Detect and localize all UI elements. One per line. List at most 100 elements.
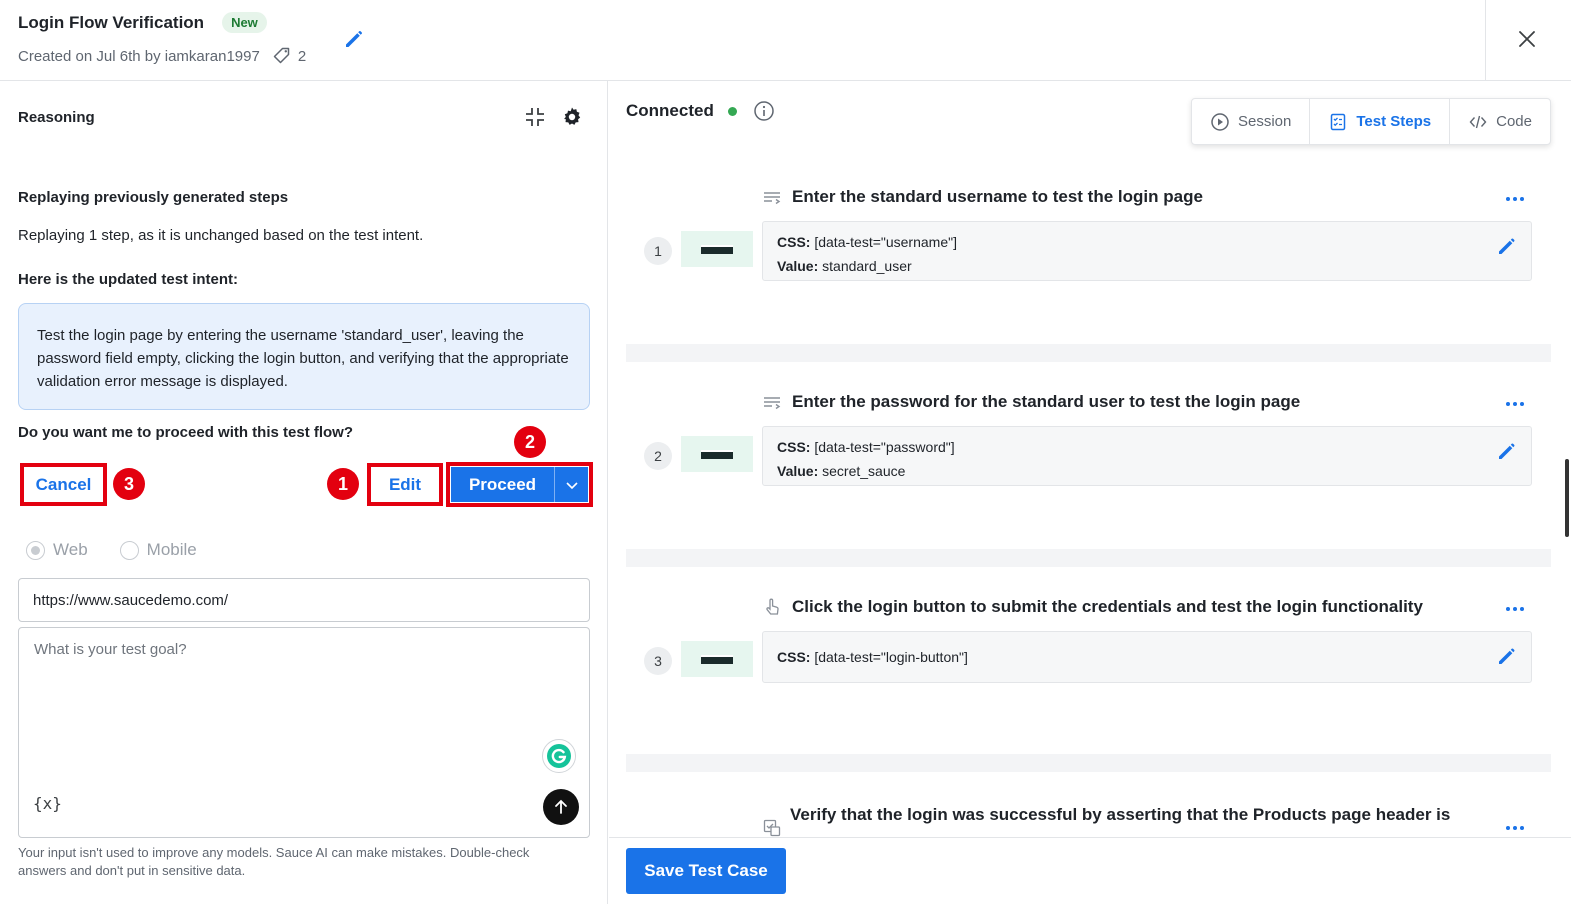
step-card-2: Enter the password for the standard user… xyxy=(626,362,1551,549)
new-badge: New xyxy=(222,12,267,33)
reasoning-panel: Reasoning Replaying previously generated… xyxy=(0,81,608,904)
more-options-icon[interactable] xyxy=(1504,823,1526,833)
created-text: Created on Jul 6th by iamkaran1997 xyxy=(18,47,260,65)
more-options-icon[interactable] xyxy=(1504,399,1526,409)
header: Login Flow Verification New Created on J… xyxy=(0,0,1571,81)
radio-mobile-indicator[interactable] xyxy=(119,540,139,560)
tab-test-steps[interactable]: Test Steps xyxy=(1310,99,1451,144)
step-2-title-text: Enter the password for the standard user… xyxy=(792,392,1301,411)
steps-panel: Connected Session Test Steps Code Enter … xyxy=(609,81,1571,904)
step-3-locator: CSS: [data-test="login-button"] xyxy=(762,631,1532,683)
radio-web-indicator[interactable] xyxy=(26,540,45,560)
step-2-value-line: Value: secret_sauce xyxy=(777,459,1517,483)
gear-icon[interactable] xyxy=(560,105,584,129)
status-dot xyxy=(727,106,737,116)
more-options-icon[interactable] xyxy=(1504,194,1526,204)
step-4-title-text: Verify that the login was successful by … xyxy=(790,805,1451,824)
test-intent-text: Test the login page by entering the user… xyxy=(37,327,569,390)
title-row: Login Flow Verification New xyxy=(18,12,267,33)
step-1-title-text: Enter the standard username to test the … xyxy=(792,187,1203,206)
step-3-title-text: Click the login button to submit the cre… xyxy=(792,597,1423,616)
proceed-question: Do you want me to proceed with this test… xyxy=(18,424,354,441)
css-label: CSS: xyxy=(777,649,811,665)
step-card-4: Verify that the login was successful by … xyxy=(626,772,1551,837)
more-options-icon[interactable] xyxy=(1504,604,1526,614)
connection-label: Connected xyxy=(626,101,714,120)
step-3-css-line: CSS: [data-test="login-button"] xyxy=(777,645,1517,669)
step-1-css-value: [data-test="username"] xyxy=(814,234,957,250)
step-1-value: standard_user xyxy=(822,258,912,274)
header-divider xyxy=(1485,0,1486,80)
step-2-title: Enter the password for the standard user… xyxy=(762,392,1300,412)
view-tabs: Session Test Steps Code xyxy=(1191,98,1551,145)
tag-count: 2 xyxy=(297,47,307,65)
edit-step-pencil-icon[interactable] xyxy=(1496,440,1518,462)
tab-code-label: Code xyxy=(1496,113,1532,130)
replay-text: Replaying 1 step, as it is unchanged bas… xyxy=(18,227,424,244)
step-2-css-value: [data-test="password"] xyxy=(814,439,955,455)
annotation-marker-1: 1 xyxy=(327,468,359,500)
save-test-case-button[interactable]: Save Test Case xyxy=(626,848,786,894)
connection-status: Connected xyxy=(626,100,775,122)
step-3-number: 3 xyxy=(644,647,672,675)
tab-test-steps-label: Test Steps xyxy=(1356,113,1432,130)
radio-mobile[interactable]: Mobile xyxy=(119,540,197,560)
test-title: Login Flow Verification xyxy=(18,12,205,32)
info-icon[interactable] xyxy=(753,100,775,122)
cancel-button[interactable]: Cancel xyxy=(20,463,107,506)
code-icon xyxy=(1469,115,1487,128)
click-icon xyxy=(766,598,779,615)
proceed-split-button: Proceed xyxy=(446,462,593,507)
text-input-icon xyxy=(764,192,781,205)
proceed-dropdown-button[interactable] xyxy=(554,467,588,502)
tab-session-label: Session xyxy=(1238,113,1292,130)
edit-step-pencil-icon[interactable] xyxy=(1496,645,1518,667)
radio-web[interactable]: Web xyxy=(26,540,88,560)
annotation-marker-3: 3 xyxy=(113,468,145,500)
replay-heading: Replaying previously generated steps xyxy=(18,189,289,206)
step-1-title: Enter the standard username to test the … xyxy=(762,187,1203,207)
step-1-thumbnail[interactable] xyxy=(681,231,753,267)
step-3-title: Click the login button to submit the cre… xyxy=(762,597,1423,617)
insert-variable-button[interactable]: {x} xyxy=(33,794,62,813)
radio-mobile-label: Mobile xyxy=(146,540,197,559)
step-3-thumbnail[interactable] xyxy=(681,641,753,677)
created-info: Created on Jul 6th by iamkaran1997 2 xyxy=(18,46,306,66)
step-3-css-value: [data-test="login-button"] xyxy=(814,649,968,665)
arrow-up-icon xyxy=(555,799,567,814)
edit-button[interactable]: Edit xyxy=(367,463,443,506)
step-2-css-line: CSS: [data-test="password"] xyxy=(777,435,1517,459)
tag-icon[interactable] xyxy=(272,46,292,66)
scrollbar-handle[interactable] xyxy=(1565,459,1569,537)
url-input[interactable] xyxy=(18,578,590,622)
step-1-css-line: CSS: [data-test="username"] xyxy=(777,230,1517,254)
test-goal-box: {x} xyxy=(18,627,590,838)
step-2-thumbnail[interactable] xyxy=(681,436,753,472)
send-button[interactable] xyxy=(543,789,579,825)
save-bar: Save Test Case xyxy=(609,837,1571,904)
play-circle-icon xyxy=(1211,112,1229,131)
tab-code[interactable]: Code xyxy=(1450,99,1550,144)
grammarly-icon[interactable] xyxy=(542,739,576,773)
steps-list: Enter the standard username to test the … xyxy=(626,157,1551,837)
step-2-value: secret_sauce xyxy=(822,463,906,479)
proceed-button[interactable]: Proceed xyxy=(451,467,554,502)
step-2-locator: CSS: [data-test="password"] Value: secre… xyxy=(762,426,1532,486)
test-goal-input[interactable] xyxy=(20,629,590,779)
edit-step-pencil-icon[interactable] xyxy=(1496,235,1518,257)
value-label: Value: xyxy=(777,258,819,274)
step-card-3: Click the login button to submit the cre… xyxy=(626,567,1551,754)
intent-heading: Here is the updated test intent: xyxy=(18,271,239,288)
css-label: CSS: xyxy=(777,234,811,250)
step-2-number: 2 xyxy=(644,442,672,470)
edit-title-pencil-icon[interactable] xyxy=(342,27,366,51)
tab-session[interactable]: Session xyxy=(1192,99,1311,144)
radio-web-label: Web xyxy=(53,540,88,559)
text-input-icon xyxy=(764,397,781,410)
close-icon[interactable] xyxy=(1514,26,1540,52)
ai-disclaimer: Your input isn't used to improve any mod… xyxy=(18,845,530,878)
checklist-icon xyxy=(1331,113,1346,130)
reasoning-title: Reasoning xyxy=(18,109,95,126)
collapse-icon[interactable] xyxy=(524,106,546,128)
assert-icon xyxy=(763,819,781,837)
